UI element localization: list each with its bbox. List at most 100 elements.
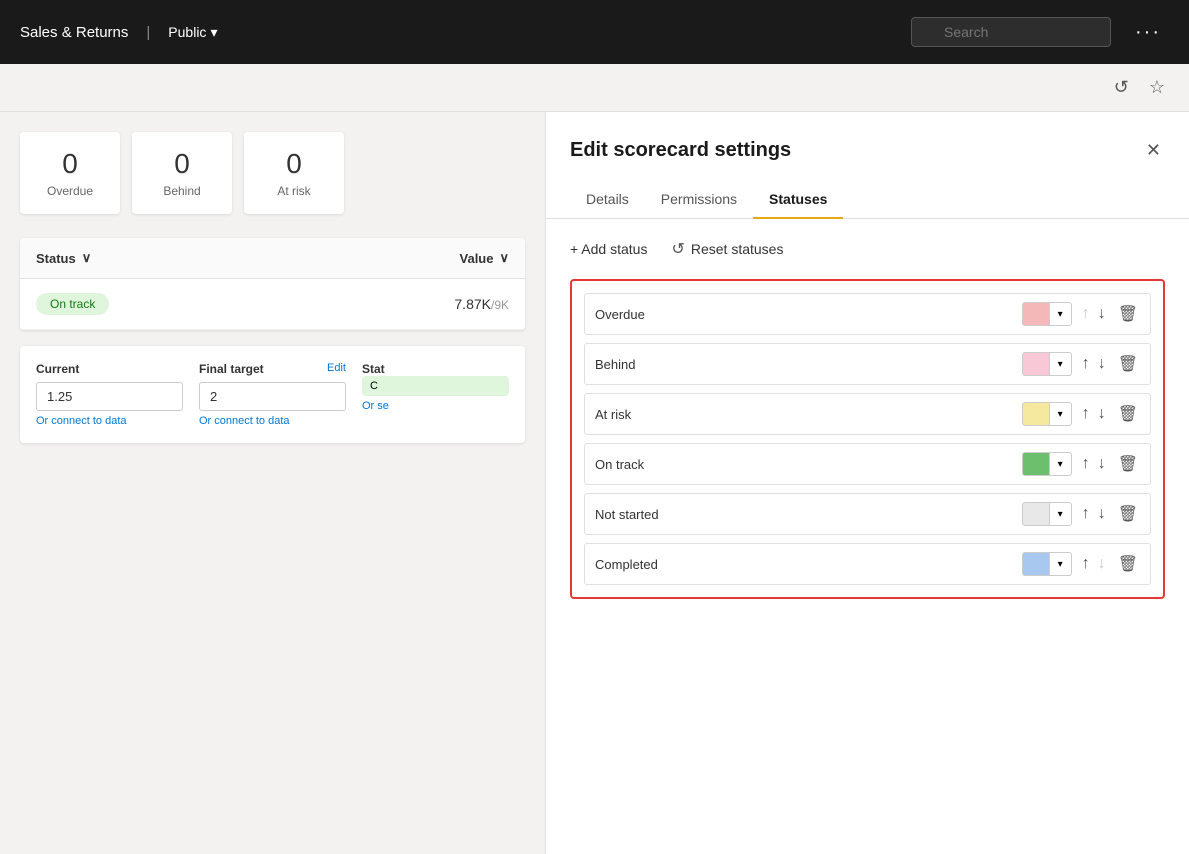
summary-card-value: 0 [44,148,96,180]
color-dropdown-button[interactable]: ▾ [1050,302,1072,326]
order-buttons: ↑ ↓ [1080,454,1108,474]
status-name: Behind [595,357,1014,372]
color-picker: ▾ [1022,402,1072,426]
summary-card-value: 0 [156,148,208,180]
status-mini-badge: C [362,376,509,396]
move-down-button[interactable]: ↓ [1096,454,1108,474]
color-dropdown-button[interactable]: ▾ [1050,352,1072,376]
color-swatch [1022,552,1050,576]
add-status-button[interactable]: + Add status [570,241,647,257]
color-picker: ▾ [1022,502,1072,526]
search-wrapper: 🔍 [911,17,1111,47]
refresh-button[interactable]: ↺ [1110,73,1133,102]
move-up-button[interactable]: ↑ [1080,554,1092,574]
visibility-dropdown[interactable]: Public ▾ [168,24,217,41]
order-buttons: ↑ ↓ [1080,504,1108,524]
main-content: 0Overdue0Behind0At risk Status ∨ Value ∨… [0,112,1189,854]
edit-final-target-link[interactable]: Edit [327,362,346,374]
more-options-button[interactable]: ··· [1127,17,1169,48]
summary-card: 0Overdue [20,132,120,214]
value-column-header[interactable]: Value ∨ [460,250,509,266]
color-dropdown-button[interactable]: ▾ [1050,552,1072,576]
order-buttons: ↑ ↓ [1080,554,1108,574]
move-up-button[interactable]: ↑ [1080,404,1092,424]
color-picker: ▾ [1022,302,1072,326]
table-header: Status ∨ Value ∨ [20,238,525,279]
final-target-header: Final target Edit [199,362,346,382]
status-list: Overdue ▾ ↑ ↓ 🗑 Behind ▾ ↑ ↓ 🗑 At risk ▾… [570,279,1165,599]
delete-status-button[interactable]: 🗑 [1116,302,1140,326]
color-swatch [1022,502,1050,526]
status-col-chevron-icon: ∨ [82,250,92,266]
order-buttons: ↑ ↓ [1080,304,1108,324]
delete-status-button[interactable]: 🗑 [1116,452,1140,476]
delete-status-button[interactable]: 🗑 [1116,352,1140,376]
tab-details[interactable]: Details [570,181,645,219]
bottom-section: Current Or connect to data Final target … [20,346,525,443]
move-down-button[interactable]: ↓ [1096,404,1108,424]
nav-left: Sales & Returns | Public ▾ [20,24,217,41]
tabs-container: DetailsPermissionsStatuses [570,181,1165,218]
status-row: Completed ▾ ↑ ↓ 🗑 [584,543,1151,585]
status-name: On track [595,457,1014,472]
summary-card-label: Behind [156,184,208,198]
close-panel-button[interactable]: ✕ [1142,136,1165,165]
connect-status-link[interactable]: Or se [362,400,509,412]
move-down-button[interactable]: ↓ [1096,354,1108,374]
value-unit: /9K [491,298,509,312]
move-down-button[interactable]: ↓ [1096,304,1108,324]
move-up-button[interactable]: ↑ [1080,504,1092,524]
summary-card: 0At risk [244,132,344,214]
status-col-label: Status [36,251,76,266]
status-column-header[interactable]: Status ∨ [36,250,91,266]
delete-status-button[interactable]: 🗑 [1116,502,1140,526]
status-mini-value: C [370,380,378,392]
table-area: Status ∨ Value ∨ On track 7.87K/9K [20,238,525,330]
current-label: Current [36,362,183,376]
search-input[interactable] [911,17,1111,47]
color-picker: ▾ [1022,352,1072,376]
visibility-label: Public [168,24,206,40]
connect-target-link[interactable]: Or connect to data [199,415,346,427]
move-up-button: ↑ [1080,304,1092,324]
delete-status-button[interactable]: 🗑 [1116,552,1140,576]
color-dropdown-button[interactable]: ▾ [1050,402,1072,426]
panel-title: Edit scorecard settings [570,139,791,162]
panel-title-row: Edit scorecard settings ✕ [570,136,1165,165]
color-swatch [1022,302,1050,326]
panel-content: + Add status ↺ Reset statuses Overdue ▾ … [546,219,1189,854]
reset-statuses-button[interactable]: ↺ Reset statuses [671,239,783,259]
value-number: 7.87K [454,296,491,312]
status-name: At risk [595,407,1014,422]
reset-icon: ↺ [671,239,684,259]
connect-current-link[interactable]: Or connect to data [36,415,183,427]
favorite-button[interactable]: ☆ [1145,73,1169,102]
status-field-group: Stat C Or se [362,362,509,427]
delete-status-button[interactable]: 🗑 [1116,402,1140,426]
color-dropdown-button[interactable]: ▾ [1050,502,1072,526]
panel-header: Edit scorecard settings ✕ DetailsPermiss… [546,112,1189,219]
current-field-group: Current Or connect to data [36,362,183,427]
move-up-button[interactable]: ↑ [1080,354,1092,374]
color-dropdown-button[interactable]: ▾ [1050,452,1072,476]
status-name: Not started [595,507,1014,522]
color-swatch [1022,452,1050,476]
current-input[interactable] [36,382,183,411]
final-target-label: Final target [199,362,264,376]
nav-separator: | [146,24,150,41]
move-down-button[interactable]: ↓ [1096,504,1108,524]
summary-card-value: 0 [268,148,320,180]
add-status-label: + Add status [570,241,647,257]
tab-statuses[interactable]: Statuses [753,181,843,219]
color-picker: ▾ [1022,452,1072,476]
color-swatch [1022,352,1050,376]
status-name: Completed [595,557,1014,572]
top-nav: Sales & Returns | Public ▾ 🔍 ··· [0,0,1189,64]
final-target-input[interactable] [199,382,346,411]
value-display: 7.87K/9K [454,296,509,312]
move-up-button[interactable]: ↑ [1080,454,1092,474]
nav-right: 🔍 ··· [911,17,1169,48]
tab-permissions[interactable]: Permissions [645,181,753,219]
summary-card: 0 Behind [132,132,232,214]
final-target-field-group: Final target Edit Or connect to data [199,362,346,427]
